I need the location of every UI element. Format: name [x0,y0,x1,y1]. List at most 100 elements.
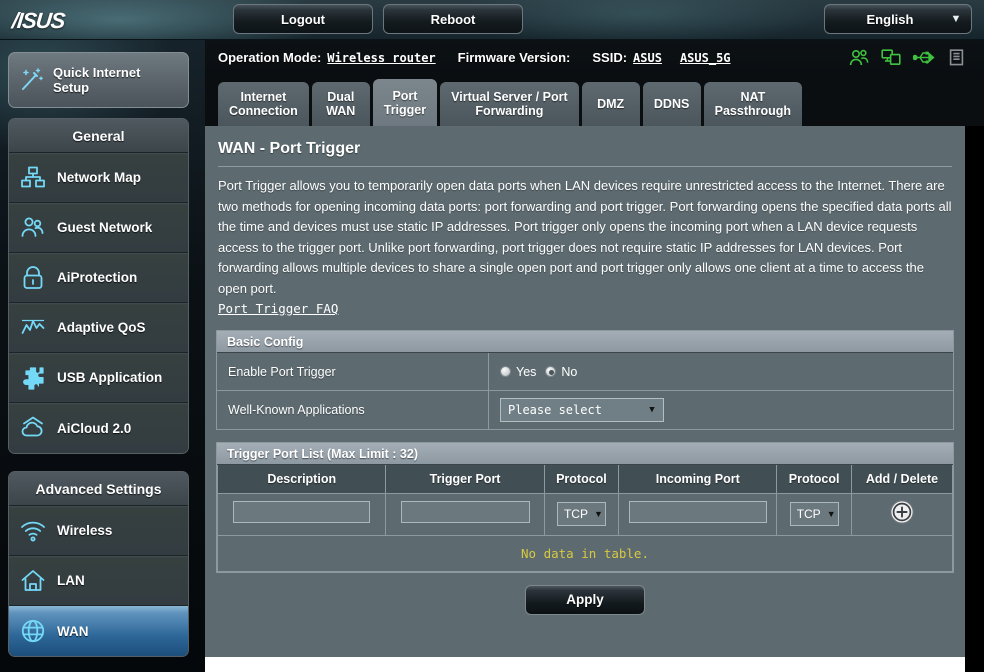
radio-yes-icon[interactable] [500,366,511,377]
top-bar: /ISUS Logout Reboot English ▼ [0,0,984,40]
cell-protocol-1: TCP ▼ [543,492,620,536]
sidebar: Quick Internet Setup General Network Map… [0,40,205,672]
apply-button[interactable]: Apply [525,584,645,615]
chevron-down-icon: ▼ [826,509,836,519]
column-header-add-delete: Add / Delete [850,465,954,494]
column-header-protocol: Protocol [776,465,852,494]
incoming-port-input[interactable] [628,500,767,523]
tab-dmz[interactable]: DMZ [581,82,640,126]
sidebar-item-aiprotection[interactable]: AiProtection [9,253,188,303]
sidebar-group-advanced: Advanced Settings Wireless LAN WAN [8,471,189,657]
column-header-trigger-port: Trigger Port [385,465,545,494]
quick-internet-setup-button[interactable]: Quick Internet Setup [8,52,189,108]
enable-port-trigger-row: Enable Port Trigger Yes No [217,353,953,391]
cell-protocol-2: TCP ▼ [776,492,852,536]
well-known-applications-select[interactable]: Please select ▼ [500,398,664,422]
tab-label-line2: Trigger [383,102,427,117]
firmware-version-label: Firmware Version: [457,50,571,65]
trigger-port-input[interactable] [400,500,530,523]
tab-virtual-server-port-forwarding[interactable]: Virtual Server / Port Forwarding [440,82,579,126]
sidebar-item-label: USB Application [57,370,163,385]
radio-no-icon[interactable] [545,366,557,377]
sidebar-item-usb-application[interactable]: USB Application [9,353,188,403]
home-icon [9,568,57,594]
tab-ddns[interactable]: DDNS [642,82,701,126]
table-row: TCP ▼ TCP ▼ [216,492,954,536]
table-header-row: Description Trigger Port Protocol Incoming … [216,465,954,494]
tab-label-line2: WAN [326,104,356,118]
well-known-applications-value: Please select [508,403,602,417]
protocol-2-value: TCP [796,507,821,521]
title-divider [218,166,952,167]
reboot-button[interactable]: Reboot [383,4,523,34]
language-selector[interactable]: English ▼ [824,4,972,34]
sidebar-item-label: AiCloud 2.0 [57,420,132,436]
router-admin-page: /ISUS Logout Reboot English ▼ Operation … [0,0,984,672]
globe-icon [9,618,57,644]
sidebar-item-aicloud-2-0[interactable]: AiCloud 2.0 [9,403,188,453]
protocol-1-select[interactable]: TCP ▼ [556,502,606,526]
cell-trigger-port [385,492,545,536]
port-trigger-faq-link[interactable]: Port Trigger FAQ [218,301,338,316]
tab-label-line1: DMZ [597,97,625,111]
tab-label-line2: Connection [229,104,298,118]
clients-icon[interactable] [849,49,869,66]
printer-icon[interactable] [947,49,966,66]
sidebar-item-label: WAN [57,623,89,639]
radio-no-label: No [561,364,578,379]
ssid-24g-value[interactable]: ASUS [633,51,662,65]
puzzle-icon [9,365,57,391]
sidebar-item-label: AiProtection [57,270,138,285]
tab-label-line1: Dual [327,90,355,104]
well-known-applications-row: Well-Known Applications Please select ▼ [217,391,953,429]
tab-strip: Internet Connection Dual WAN Port Trigger Virt… [205,78,984,126]
cloud-icon [9,415,57,441]
enable-port-trigger-label: Enable Port Trigger [217,353,489,390]
sidebar-item-guest-network[interactable]: Guest Network [9,203,188,253]
qos-chart-icon [9,315,57,341]
ssid-label: SSID: [592,50,628,65]
tab-internet-connection[interactable]: Internet Connection [218,82,309,126]
sidebar-item-label: Adaptive QoS [57,320,146,335]
tab-nat-passthrough[interactable]: NAT Passthrough [703,82,803,126]
wifi-icon [9,518,57,544]
well-known-applications-label: Well-Known Applications [217,391,489,429]
sidebar-item-network-map[interactable]: Network Map [9,153,188,203]
cell-add-delete [850,492,954,536]
logout-button[interactable]: Logout [233,4,373,34]
trigger-port-list-header: Trigger Port List (Max Limit : 32) [217,443,953,465]
page-title: WAN - Port Trigger [218,140,361,157]
sidebar-item-wan[interactable]: WAN [9,606,188,656]
chevron-down-icon: ▼ [950,13,962,25]
column-header-incoming-port: Incoming Port [618,465,778,494]
tab-label-line1: DDNS [653,97,690,111]
operation-mode-label: Operation Mode: [218,50,322,65]
usb-icon[interactable] [913,49,935,66]
sidebar-item-label: Guest Network [57,220,153,235]
enable-port-trigger-no[interactable]: No [545,365,577,379]
status-strip: Operation Mode: Wireless router Firmware… [205,40,984,78]
radio-yes-label: Yes [516,364,537,379]
tab-port-trigger[interactable]: Port Trigger [372,79,438,126]
sidebar-item-adaptive-qos[interactable]: Adaptive QoS [9,303,188,353]
description-input[interactable] [233,500,371,523]
sidebar-item-lan[interactable]: LAN [9,556,188,606]
devices-icon[interactable] [881,49,901,66]
tab-label-line1: Port [392,88,418,103]
trigger-port-table: Description Trigger Port Protocol Incoming … [216,465,954,536]
chevron-down-icon: ▼ [649,405,655,415]
tab-dual-wan[interactable]: Dual WAN [311,82,370,126]
plus-circle-icon[interactable] [889,499,915,525]
page-bottom-strip [205,657,965,672]
column-header-protocol: Protocol [543,465,620,494]
ssid-5g-value[interactable]: ASUS_5G [680,51,731,65]
network-map-icon [9,165,57,191]
enable-port-trigger-yes[interactable]: Yes [500,365,536,379]
operation-mode-value[interactable]: Wireless router [327,51,435,65]
protocol-2-select[interactable]: TCP ▼ [789,502,839,526]
sidebar-group-general-header: General [9,119,188,153]
column-header-description: Description [216,465,387,494]
sidebar-item-wireless[interactable]: Wireless [9,506,188,556]
wan-tabs: Internet Connection Dual WAN Port Trigger Virt… [218,78,803,126]
sidebar-item-label: Network Map [57,170,142,185]
